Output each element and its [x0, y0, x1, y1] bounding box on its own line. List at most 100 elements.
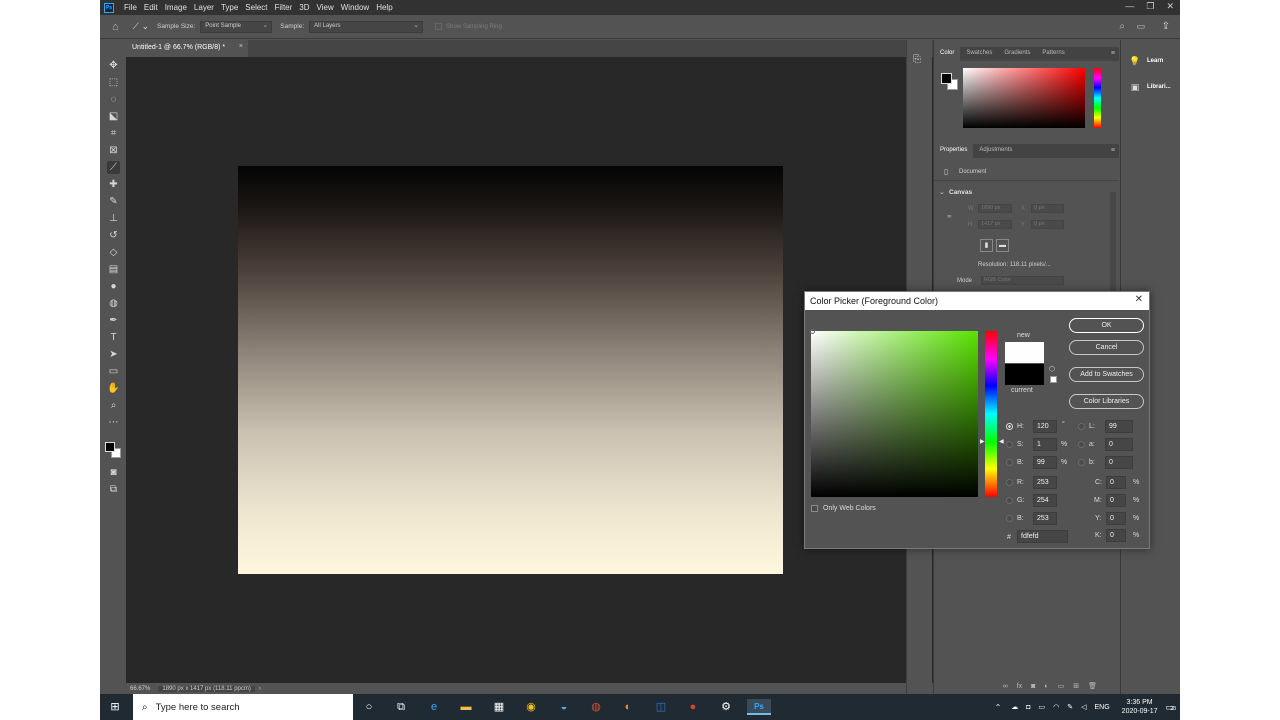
layer-mask-icon[interactable]: ◙ — [1031, 683, 1035, 690]
close-window-icon[interactable]: ✕ — [1166, 1, 1174, 12]
document-tab-close-icon[interactable]: × — [239, 43, 243, 50]
brightness-input[interactable]: 99 — [1033, 456, 1057, 469]
tray-app-icon[interactable]: ◘ — [1026, 704, 1030, 711]
menu-file[interactable]: File — [124, 3, 137, 12]
new-layer-icon[interactable]: ⊞ — [1073, 682, 1079, 690]
libraries-panel-button[interactable]: ▣ Librari... — [1121, 75, 1180, 99]
start-windows-icon[interactable]: ⊞ — [106, 699, 124, 715]
menu-view[interactable]: View — [317, 3, 334, 12]
store-icon[interactable]: ▦ — [490, 699, 508, 715]
link-icon[interactable]: ⚭ — [946, 212, 953, 221]
file-explorer-icon[interactable]: ▬ — [457, 699, 475, 715]
menu-window[interactable]: Window — [341, 3, 369, 12]
magenta-input[interactable]: 0 — [1106, 494, 1126, 507]
b-channel-input[interactable]: 0 — [1105, 456, 1133, 469]
tab-adjustments[interactable]: Adjustments — [973, 144, 1018, 158]
lightness-input[interactable]: 99 — [1105, 420, 1133, 433]
crop-tool-icon[interactable]: ⌗ — [107, 127, 120, 140]
color-libraries-button[interactable]: Color Libraries — [1069, 394, 1144, 409]
pen-tool-icon[interactable]: ✒ — [107, 314, 120, 327]
type-tool-icon[interactable]: T — [107, 331, 120, 344]
add-to-swatches-button[interactable]: Add to Swatches — [1069, 367, 1144, 382]
gradient-tool-icon[interactable]: ▤ — [107, 263, 120, 276]
workspace-icon[interactable]: ▭ — [1136, 21, 1145, 32]
menu-select[interactable]: Select — [245, 3, 267, 12]
gamut-warning-icon[interactable]: ⬡ — [1049, 365, 1055, 373]
color-field-cursor[interactable] — [810, 329, 815, 334]
hex-input[interactable]: fdfefd — [1017, 530, 1068, 543]
status-arrow-icon[interactable]: › — [259, 686, 261, 692]
photoshop-taskbar-icon[interactable]: Ps — [747, 699, 771, 715]
wifi-icon[interactable]: ◠ — [1053, 703, 1059, 711]
a-channel-radio[interactable] — [1078, 441, 1085, 448]
tab-properties[interactable]: Properties — [934, 144, 974, 158]
panel-foreground-swatch[interactable] — [941, 73, 952, 84]
dialog-close-icon[interactable]: ✕ — [1135, 294, 1143, 305]
browser-app-icon[interactable]: ◍ — [587, 699, 605, 715]
current-color-swatch[interactable] — [1005, 364, 1044, 385]
quick-mask-icon[interactable]: ◙ — [107, 466, 120, 479]
firefox-icon[interactable]: ◐ — [619, 699, 637, 715]
hue-slider[interactable] — [985, 331, 997, 497]
ok-button[interactable]: OK — [1069, 318, 1144, 333]
tab-patterns[interactable]: Patterns — [1036, 47, 1070, 61]
cyan-input[interactable]: 0 — [1106, 476, 1126, 489]
task-view-icon[interactable]: ⧉ — [392, 699, 410, 715]
a-channel-input[interactable]: 0 — [1105, 438, 1133, 451]
hue-radio[interactable] — [1006, 423, 1013, 430]
layer-style-icon[interactable]: fx — [1017, 683, 1022, 690]
color-panel-menu-icon[interactable]: ≡ — [1111, 50, 1115, 57]
hue-slider-right-arrow-icon[interactable]: ◀ — [999, 438, 1004, 445]
foreground-color-swatch[interactable] — [105, 442, 115, 452]
edge-icon[interactable]: e — [425, 699, 443, 715]
tray-overflow-icon[interactable]: ⌃ — [995, 703, 1002, 712]
taskbar-search-box[interactable]: ⌕ Type here to search — [133, 694, 353, 720]
language-indicator[interactable]: ENG — [1095, 704, 1110, 711]
marquee-tool-icon[interactable]: ⬚ — [107, 76, 120, 89]
zoom-level[interactable]: 66.67% — [130, 686, 150, 692]
black-input[interactable]: 0 — [1106, 529, 1126, 542]
eyedropper-preset-icon[interactable]: ⟋ ⌄ — [133, 21, 149, 32]
eyedropper-tool-icon[interactable]: ⟋ — [107, 161, 120, 174]
blur-tool-icon[interactable]: ● — [107, 280, 120, 293]
saturation-radio[interactable] — [1006, 441, 1013, 448]
document-canvas[interactable] — [238, 166, 783, 574]
menu-help[interactable]: Help — [376, 3, 392, 12]
properties-panel-menu-icon[interactable]: ≡ — [1111, 147, 1115, 154]
notifications-icon[interactable]: ▭ 23 — [1165, 702, 1176, 713]
b-channel-radio[interactable] — [1078, 459, 1085, 466]
tab-swatches[interactable]: Swatches — [960, 47, 998, 61]
lightness-radio[interactable] — [1078, 423, 1085, 430]
sample-size-select[interactable]: Point Sample — [200, 20, 273, 33]
hand-tool-icon[interactable]: ✋ — [107, 382, 120, 395]
menu-filter[interactable]: Filter — [275, 3, 293, 12]
green-radio[interactable] — [1006, 497, 1013, 504]
show-sampling-ring-checkbox[interactable] — [435, 23, 443, 30]
minimize-icon[interactable]: — — [1125, 1, 1134, 12]
share-icon[interactable]: ⇪ — [1162, 21, 1170, 32]
saturation-brightness-field[interactable] — [811, 331, 978, 497]
onedrive-icon[interactable]: ☁ — [1011, 703, 1018, 711]
brush-tool-icon[interactable]: ✎ — [107, 195, 120, 208]
taskbar-clock[interactable]: 3:36 PM 2020-09-17 — [1122, 698, 1158, 716]
lasso-tool-icon[interactable]: ◌ — [107, 93, 120, 106]
only-web-colors-checkbox[interactable] — [811, 505, 818, 512]
menu-3d[interactable]: 3D — [299, 3, 309, 12]
canvas-collapse-icon[interactable]: ⌄ — [939, 188, 945, 196]
volume-icon[interactable]: ◁ — [1081, 703, 1086, 711]
color-panel-field[interactable] — [963, 68, 1085, 128]
hue-input[interactable]: 120 — [1033, 420, 1057, 433]
rectangle-tool-icon[interactable]: ▭ — [107, 365, 120, 378]
learn-panel-button[interactable]: 💡 Learn — [1121, 49, 1180, 73]
eraser-tool-icon[interactable]: ◇ — [107, 246, 120, 259]
red-input[interactable]: 253 — [1033, 476, 1057, 489]
screen-mode-icon[interactable]: ⧉ — [107, 483, 120, 496]
healing-brush-tool-icon[interactable]: ✚ — [107, 178, 120, 191]
document-tab[interactable]: Untitled-1 @ 66.7% (RGB/8) * × — [126, 40, 248, 57]
dodge-tool-icon[interactable]: ◍ — [107, 297, 120, 310]
frame-tool-icon[interactable]: ⊠ — [107, 144, 120, 157]
menu-image[interactable]: Image — [165, 3, 187, 12]
green-input[interactable]: 254 — [1033, 494, 1057, 507]
restore-icon[interactable]: ❐ — [1146, 1, 1154, 12]
web-safe-swatch[interactable] — [1050, 376, 1057, 383]
